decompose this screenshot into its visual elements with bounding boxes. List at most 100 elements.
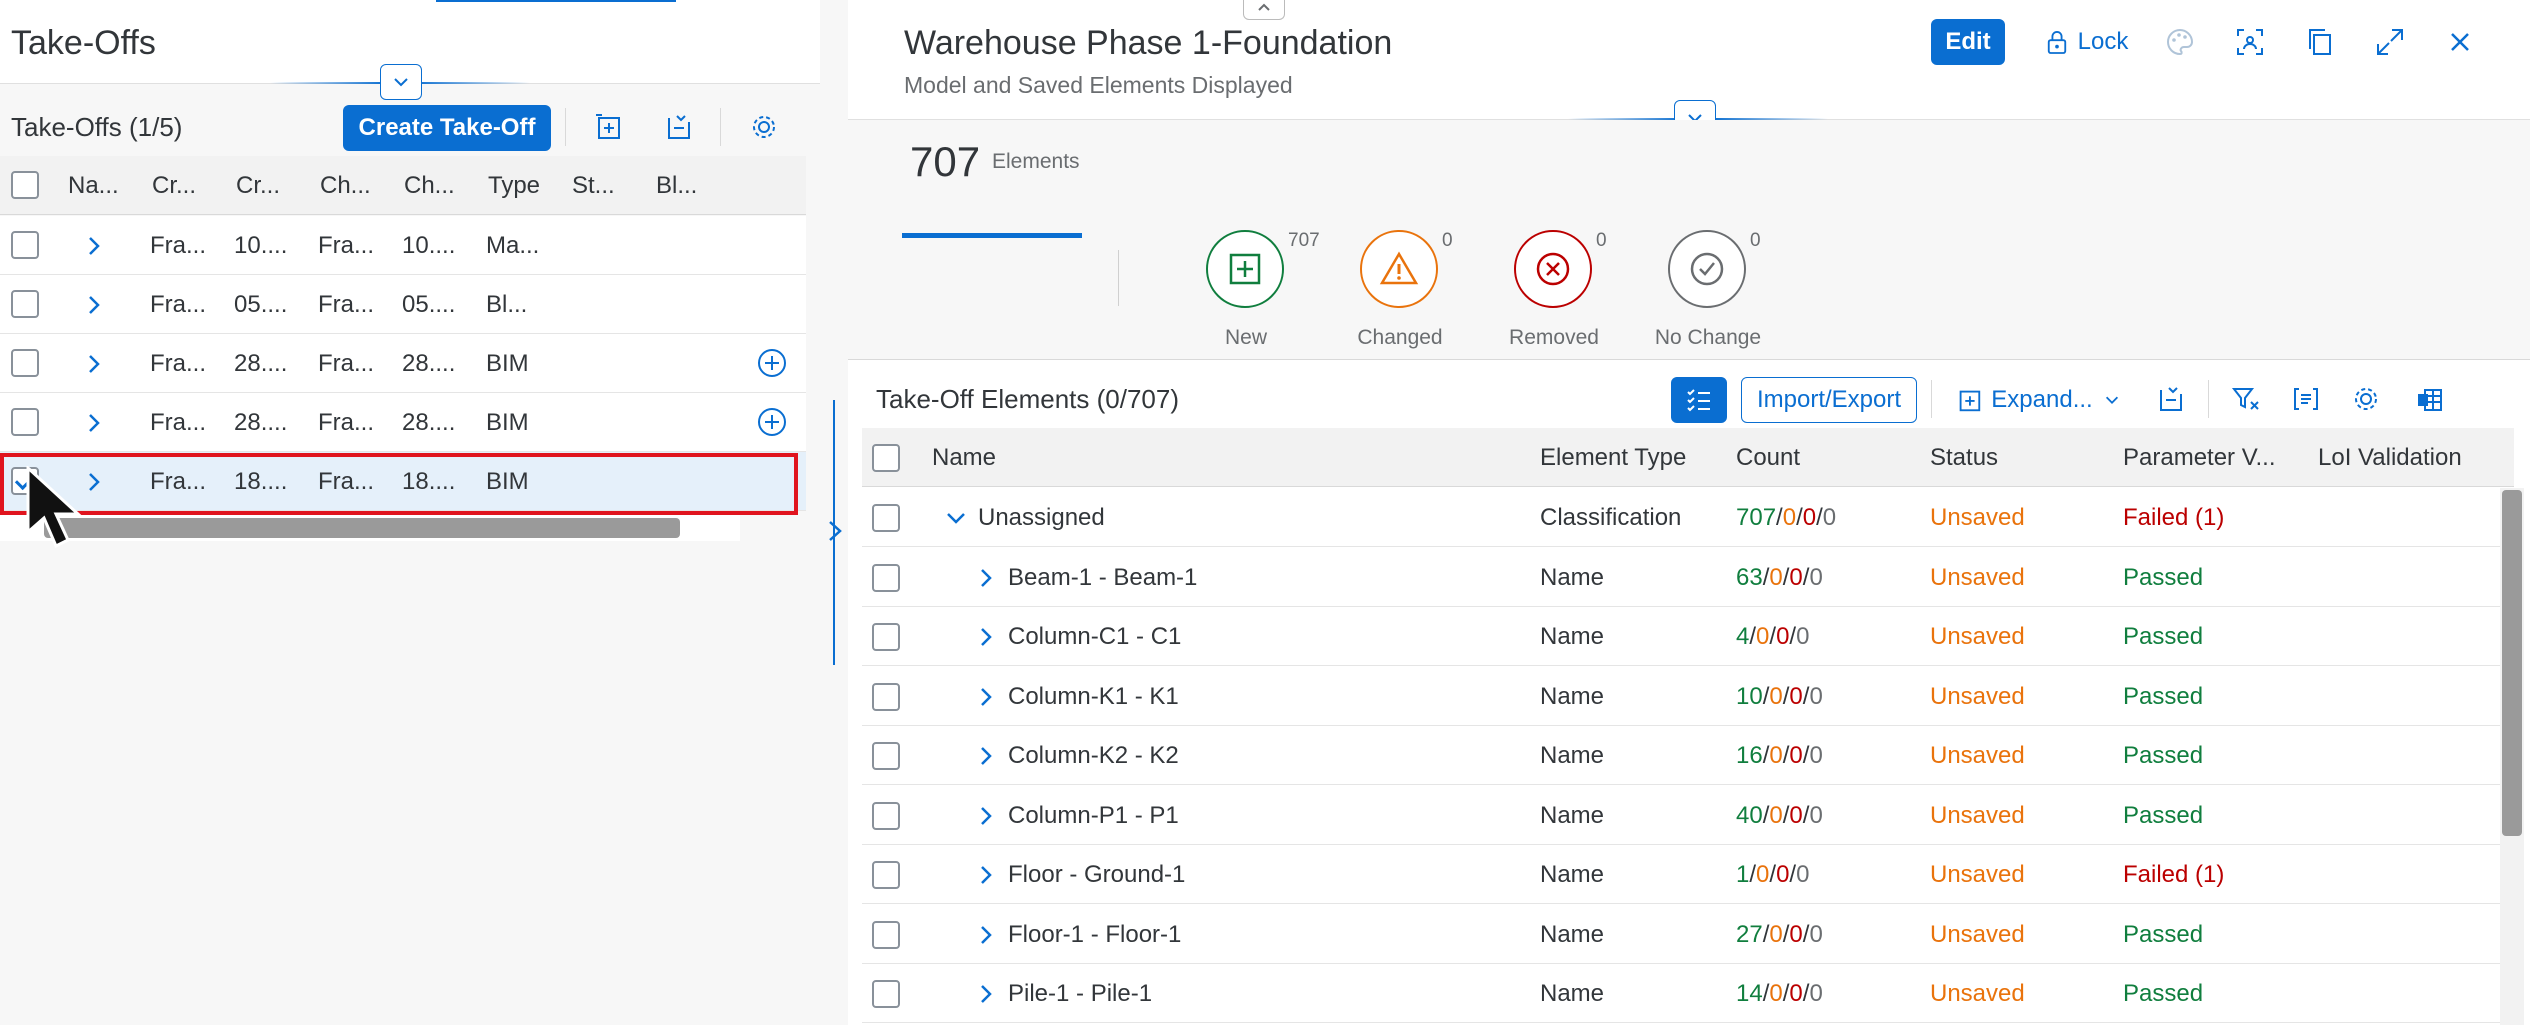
chevron-down-icon[interactable] <box>944 506 968 530</box>
table-row[interactable]: Column-K1 - K1 Name 10/0/0/0 Unsaved Passed <box>862 667 2514 726</box>
column-header[interactable]: Bl... <box>656 156 716 215</box>
kpi-icon-circle <box>1668 230 1746 308</box>
column-header-count[interactable]: Count <box>1736 428 1916 487</box>
table-row[interactable]: Floor - Ground-1 Name 1/0/0/0 Unsaved Failed… <box>862 845 2514 904</box>
row-checkbox[interactable] <box>872 742 900 770</box>
column-header[interactable]: Type <box>488 156 558 215</box>
table-row[interactable]: Column-P1 - P1 Name 40/0/0/0 Unsaved Passed <box>862 786 2514 845</box>
create-take-off-button[interactable]: Create Take-Off <box>343 105 551 151</box>
chevron-right-icon[interactable] <box>974 982 998 1006</box>
collapse-header-button[interactable] <box>380 64 422 100</box>
table-row[interactable]: Pile-1 - Pile-1 Name 14/0/0/0 Unsaved Passed <box>862 964 2514 1023</box>
chevron-right-icon[interactable] <box>822 516 848 546</box>
chevron-right-icon[interactable] <box>974 744 998 768</box>
column-header[interactable]: Ch... <box>404 156 464 215</box>
row-checkbox[interactable] <box>872 504 900 532</box>
row-checkbox[interactable] <box>872 921 900 949</box>
collapse-all-button[interactable] <box>656 105 700 149</box>
fullscreen-button[interactable] <box>2368 20 2412 64</box>
column-header[interactable]: St... <box>572 156 632 215</box>
column-header-loi-validation[interactable]: LoI Validation <box>2318 428 2508 487</box>
row-checkbox[interactable] <box>11 349 39 377</box>
chevron-right-icon[interactable] <box>82 293 106 317</box>
chevron-right-icon[interactable] <box>82 352 106 376</box>
row-checkbox[interactable] <box>872 802 900 830</box>
export-excel-button[interactable] <box>2408 377 2452 421</box>
close-button[interactable] <box>2438 20 2482 64</box>
table-row[interactable]: Floor-1 - Floor-1 Name 27/0/0/0 Unsaved Pass… <box>862 905 2514 964</box>
chevron-right-icon[interactable] <box>974 804 998 828</box>
screenshot-button[interactable] <box>2228 20 2272 64</box>
add-circle-icon[interactable] <box>756 406 788 438</box>
chevron-right-icon[interactable] <box>82 411 106 435</box>
edit-button[interactable]: Edit <box>1931 19 2005 65</box>
kpi-new[interactable]: 707 New <box>1166 230 1326 360</box>
total-elements-count[interactable]: 707 <box>910 138 980 186</box>
column-header[interactable]: Na... <box>68 156 128 215</box>
settings-button[interactable] <box>742 105 786 149</box>
column-header-element-type[interactable]: Element Type <box>1540 428 1730 487</box>
row-checkbox[interactable] <box>872 564 900 592</box>
element-type: Name <box>1540 622 1605 650</box>
horizontal-scrollbar[interactable] <box>44 518 680 538</box>
chevron-right-icon[interactable] <box>974 566 998 590</box>
expand-all-button[interactable] <box>586 105 630 149</box>
table-row[interactable]: Beam-1 - Beam-1 Name 63/0/0/0 Unsaved Passed <box>862 548 2514 607</box>
palette-button[interactable] <box>2158 20 2202 64</box>
row-checkbox[interactable] <box>872 683 900 711</box>
expand-label: Expand... <box>1991 386 2093 413</box>
collapse-all-button[interactable] <box>2148 377 2192 421</box>
multi-select-toggle[interactable] <box>1671 377 1727 423</box>
chevron-right-icon[interactable] <box>82 234 106 258</box>
column-header[interactable]: Cr... <box>236 156 296 215</box>
chevron-right-icon[interactable] <box>974 625 998 649</box>
parameter-validation: Passed <box>2123 622 2204 650</box>
loi-validation <box>2318 667 2508 726</box>
chevron-right-icon[interactable] <box>974 863 998 887</box>
row-checkbox[interactable] <box>872 623 900 651</box>
group-button[interactable] <box>2284 377 2328 421</box>
column-header[interactable]: Cr... <box>152 156 212 215</box>
column-header-status[interactable]: Status <box>1930 428 2110 487</box>
table-title: Take-Offs (1/5) <box>11 112 183 142</box>
select-all-checkbox[interactable] <box>872 444 900 472</box>
parameter-validation: Passed <box>2123 682 2204 710</box>
row-checkbox[interactable] <box>11 290 39 318</box>
kpi-no-change[interactable]: 0 No Change <box>1628 230 1788 360</box>
chevron-right-icon[interactable] <box>974 923 998 947</box>
chevron-right-icon[interactable] <box>974 685 998 709</box>
count-value: 0 <box>1796 622 1810 650</box>
table-row[interactable]: Column-K2 - K2 Name 16/0/0/0 Unsaved Passed <box>862 726 2514 785</box>
table-row[interactable]: Fra... 10.... Fra... 10.... Ma... <box>0 216 806 275</box>
import-export-button[interactable]: Import/Export <box>1741 377 1917 423</box>
column-header-parameter-validation[interactable]: Parameter V... <box>2123 428 2303 487</box>
vertical-scrollbar[interactable] <box>2502 490 2522 836</box>
column-header-name[interactable]: Name <box>932 428 1332 487</box>
count-separator: / <box>1789 860 1797 888</box>
count-value: 0 <box>1809 741 1823 769</box>
table-settings-button[interactable] <box>2344 377 2388 421</box>
kpi-changed[interactable]: 0 Changed <box>1320 230 1480 360</box>
lock-button[interactable]: Lock <box>2032 20 2142 64</box>
check-circle-icon <box>1690 252 1724 286</box>
table-row[interactable]: Fra... 28.... Fra... 28.... BIM <box>0 334 806 393</box>
row-checkbox[interactable] <box>872 980 900 1008</box>
table-row[interactable]: Column-C1 - C1 Name 4/0/0/0 Unsaved Passed <box>862 607 2514 666</box>
add-circle-icon[interactable] <box>756 347 788 379</box>
expand-menu-button[interactable]: Expand... <box>1948 377 2128 423</box>
copy-button[interactable] <box>2298 20 2342 64</box>
count-value: 0 <box>1789 563 1803 591</box>
column-header[interactable]: Ch... <box>320 156 380 215</box>
table-row[interactable]: Unassigned Classification 707/0/0/0 Unsaved… <box>862 488 2514 547</box>
row-checkbox[interactable] <box>11 408 39 436</box>
row-checkbox[interactable] <box>872 861 900 889</box>
table-row[interactable]: Fra... 05.... Fra... 05.... Bl... <box>0 275 806 334</box>
table-row[interactable]: Fra... 28.... Fra... 28.... BIM <box>0 393 806 452</box>
row-checkbox[interactable] <box>11 231 39 259</box>
select-all-checkbox[interactable] <box>11 171 39 199</box>
kpi-removed[interactable]: 0 Removed <box>1474 230 1634 360</box>
cell: Fra... <box>318 231 375 259</box>
clear-filter-button[interactable] <box>2224 377 2268 421</box>
table-header-row: Na... Cr... Cr... Ch... Ch... Type St...… <box>0 156 806 215</box>
pin-header-button[interactable] <box>1243 0 1285 20</box>
